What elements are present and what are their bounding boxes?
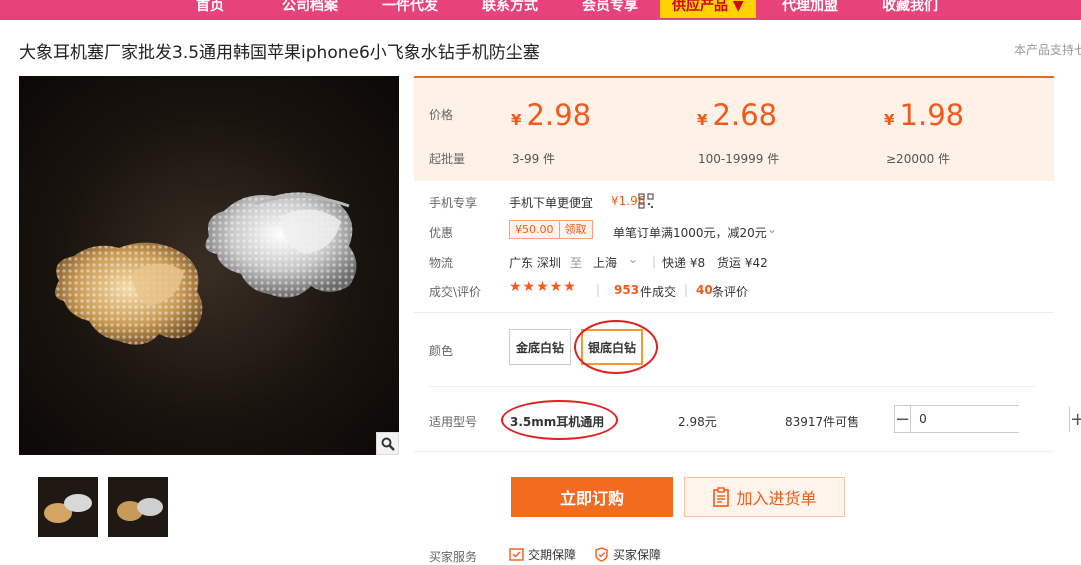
buy-now-button[interactable]: 立即订购 (511, 477, 673, 517)
logistics-from: 广东 深圳 (509, 256, 561, 270)
divider-bar: | (684, 283, 689, 297)
qty-tier-1: 3-99 件 (512, 152, 556, 166)
moq-label: 起批量 (429, 152, 466, 166)
highlight-circle (501, 400, 618, 440)
coupon-badge[interactable]: ¥50.00 领取 (509, 220, 593, 239)
nav-favorite[interactable]: 收藏我们 (882, 0, 938, 18)
nav-products[interactable]: 供应产品 ▼ (660, 0, 756, 18)
quantity-stepper[interactable]: − + (894, 405, 1081, 433)
nav-member[interactable]: 会员专享 (582, 0, 638, 18)
product-thumbnail-2[interactable] (108, 477, 168, 537)
thumbnail-image (108, 477, 168, 537)
freight-fee: 货运 ¥42 (717, 256, 768, 270)
service-buyer-protection[interactable]: 买家保障 (594, 546, 661, 563)
product-thumbnail-1[interactable] (38, 477, 98, 537)
service-delivery-guarantee[interactable]: 交期保障 (509, 546, 576, 563)
nav-company-profile[interactable]: 公司档案 (282, 0, 338, 18)
clipboard-icon (713, 487, 730, 507)
thumbnail-image (38, 477, 98, 537)
product-support-note: 本产品支持七 (1014, 43, 1081, 57)
price-tier-2: ¥ 2.68 (697, 98, 778, 132)
nav-contact[interactable]: 联系方式 (482, 0, 538, 18)
top-nav: 首页 公司档案 一件代发 联系方式 会员专享 供应产品 ▼ 代理加盟 收藏我们 (0, 0, 1081, 20)
shield-icon (595, 547, 608, 562)
section-divider (414, 312, 1054, 313)
mobile-label: 手机专享 (429, 196, 478, 210)
deals-label: 成交\评价 (429, 285, 482, 299)
price-tier-1: ¥ 2.98 (511, 98, 592, 132)
minus-icon[interactable]: − (895, 406, 910, 432)
highlight-circle (574, 320, 658, 374)
discount-label: 优惠 (429, 226, 454, 240)
rating-stars: ★★★★★ (509, 279, 577, 295)
qr-code-icon[interactable] (638, 193, 654, 213)
services-label: 买家服务 (429, 550, 478, 564)
section-divider (414, 451, 1054, 452)
delivery-guarantee-icon (509, 548, 524, 561)
review-count[interactable]: 40 (696, 283, 713, 297)
price-label: 价格 (429, 108, 454, 122)
discount-text: 单笔订单满1000元，减20元 (613, 226, 767, 240)
model-label: 适用型号 (429, 415, 478, 429)
express-fee: 快递 ¥8 (662, 256, 706, 270)
section-divider (429, 386, 1035, 387)
price-box: 价格 起批量 ¥ 2.98 ¥ 2.68 ¥ 1.98 3-99 件 100-1… (414, 76, 1054, 181)
mobile-text: 手机下单更便宜 (509, 196, 594, 210)
magnifier-icon (381, 437, 395, 451)
color-option-gold[interactable]: 金底白钻 (509, 329, 571, 365)
model-stock: 83917件可售 (785, 415, 860, 429)
color-label: 颜色 (429, 344, 454, 358)
price-tier-3: ¥ 1.98 (884, 98, 965, 132)
sold-count[interactable]: 953 (614, 283, 639, 297)
logistics-to-word: 至 (570, 256, 583, 270)
coupon-value: ¥50.00 (515, 223, 554, 236)
chevron-down-icon[interactable]: ⌄ (628, 252, 638, 266)
elephant-earplug-photo (55, 192, 357, 345)
quantity-input[interactable] (910, 406, 1071, 432)
model-price: 2.98元 (678, 415, 717, 429)
nav-home[interactable]: 首页 (196, 0, 224, 18)
coupon-claim-button[interactable]: 领取 (558, 221, 592, 238)
nav-agency[interactable]: 代理加盟 (782, 0, 838, 18)
chevron-down-icon[interactable]: ⌄ (767, 222, 777, 236)
review-text: 条评价 (712, 285, 749, 299)
nav-dropship[interactable]: 一件代发 (382, 0, 438, 18)
add-to-cart-button[interactable]: 加入进货单 (684, 477, 845, 517)
divider-bar: | (596, 283, 601, 297)
divider-bar: | (652, 254, 657, 268)
sold-text: 件成交 (640, 285, 677, 299)
qty-tier-2: 100-19999 件 (698, 152, 780, 166)
logistics-label: 物流 (429, 256, 454, 270)
product-title: 大象耳机塞厂家批发3.5通用韩国苹果iphone6小飞象水钻手机防尘塞 (19, 43, 540, 63)
logistics-destination[interactable]: 上海 (593, 254, 617, 271)
qty-tier-3: ≥20000 件 (886, 152, 951, 166)
plus-icon[interactable]: + (1070, 406, 1081, 432)
zoom-button[interactable] (376, 432, 399, 455)
product-main-image[interactable] (19, 76, 399, 455)
add-to-cart-label: 加入进货单 (736, 489, 817, 508)
